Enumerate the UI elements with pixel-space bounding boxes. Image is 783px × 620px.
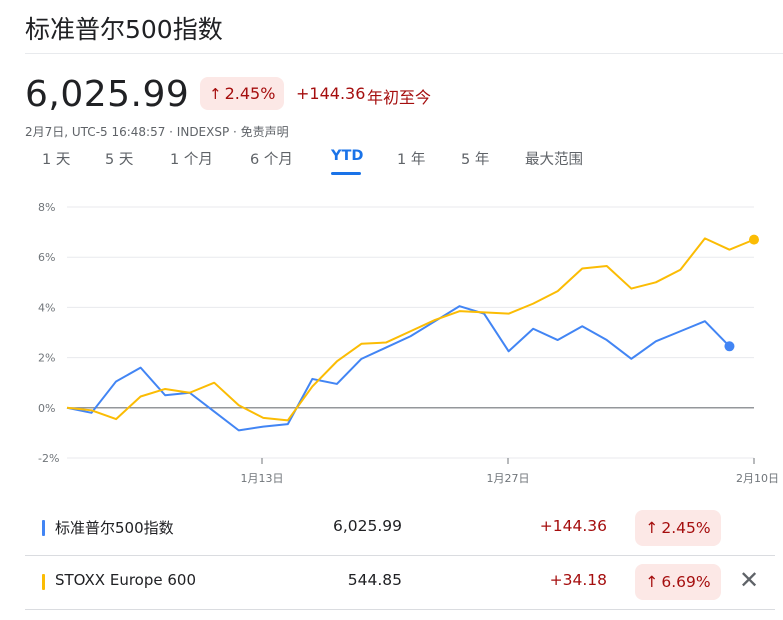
- arrow-up-icon: ↑: [645, 519, 659, 537]
- change-absolute: +144.36: [296, 84, 366, 103]
- y-tick-label: 4%: [38, 301, 55, 314]
- arrow-up-icon: ↑: [209, 84, 222, 103]
- comparison-row-spx[interactable]: 标准普尔500指数 6,025.99 +144.36 ↑ 2.45%: [25, 502, 775, 556]
- change-percent-badge: ↑ 2.45%: [200, 77, 285, 110]
- tab-max[interactable]: 最大范围: [525, 148, 583, 169]
- tab-ytd[interactable]: YTD: [331, 148, 363, 164]
- y-tick-label: 8%: [38, 201, 55, 214]
- x-tick-label: 1月13日: [241, 472, 284, 485]
- series-color-swatch: [42, 520, 45, 536]
- comparison-change-pct: 2.45%: [661, 519, 711, 537]
- title-divider: [25, 53, 783, 54]
- tab-5-year[interactable]: 5 年: [461, 148, 489, 169]
- series-line-spx: [66, 305, 731, 432]
- tab-6-month[interactable]: 6 个月: [250, 148, 293, 169]
- comparison-change-abs: +144.36: [539, 517, 607, 535]
- y-tick-label: 0%: [38, 402, 55, 415]
- series-line-stoxx: [66, 237, 755, 422]
- comparison-change-badge: ↑ 6.69%: [635, 564, 721, 600]
- change-percent-value: 2.45%: [224, 84, 276, 103]
- tab-1-day[interactable]: 1 天: [42, 148, 70, 169]
- comparison-name: STOXX Europe 600: [55, 571, 196, 589]
- y-tick-label: -2%: [38, 452, 59, 465]
- tab-1-year[interactable]: 1 年: [397, 148, 425, 169]
- y-tick-label: 6%: [38, 251, 55, 264]
- series-endpoint-spx: [724, 341, 735, 352]
- active-tab-indicator: [331, 172, 361, 175]
- quote-metadata: 2月7日, UTC-5 16:48:57 · INDEXSP · 免责声明: [25, 125, 289, 139]
- page-title: 标准普尔500指数: [25, 15, 223, 44]
- x-tick-label: 2月10日: [736, 472, 779, 485]
- y-tick-label: 2%: [38, 352, 55, 365]
- comparison-value: 544.85: [347, 571, 402, 589]
- comparison-change-badge: ↑ 2.45%: [635, 510, 721, 546]
- current-price: 6,025.99: [25, 74, 190, 115]
- range-tabs: 1 天 5 天 1 个月 6 个月 YTD 1 年 5 年 最大范围: [0, 148, 783, 178]
- comparison-name: 标准普尔500指数: [55, 519, 174, 537]
- change-period-label: 年初至今: [367, 88, 432, 107]
- comparison-value: 6,025.99: [332, 517, 402, 535]
- series-color-swatch: [42, 574, 45, 590]
- comparison-change-abs: +34.18: [549, 571, 607, 589]
- x-tick-label: 1月27日: [487, 472, 530, 485]
- tab-1-month[interactable]: 1 个月: [170, 148, 213, 169]
- comparison-change-pct: 6.69%: [661, 573, 711, 591]
- tab-5-day[interactable]: 5 天: [105, 148, 133, 169]
- series-endpoint-stoxx: [749, 234, 759, 245]
- remove-comparison-close-icon[interactable]: ✕: [737, 566, 761, 594]
- performance-chart[interactable]: 8% 6% 4% 2% 0% -2% 1月13日 1月27日 2月10日: [0, 190, 783, 490]
- arrow-up-icon: ↑: [645, 573, 659, 591]
- comparison-row-stoxx[interactable]: STOXX Europe 600 544.85 +34.18 ↑ 6.69% ✕: [25, 556, 775, 610]
